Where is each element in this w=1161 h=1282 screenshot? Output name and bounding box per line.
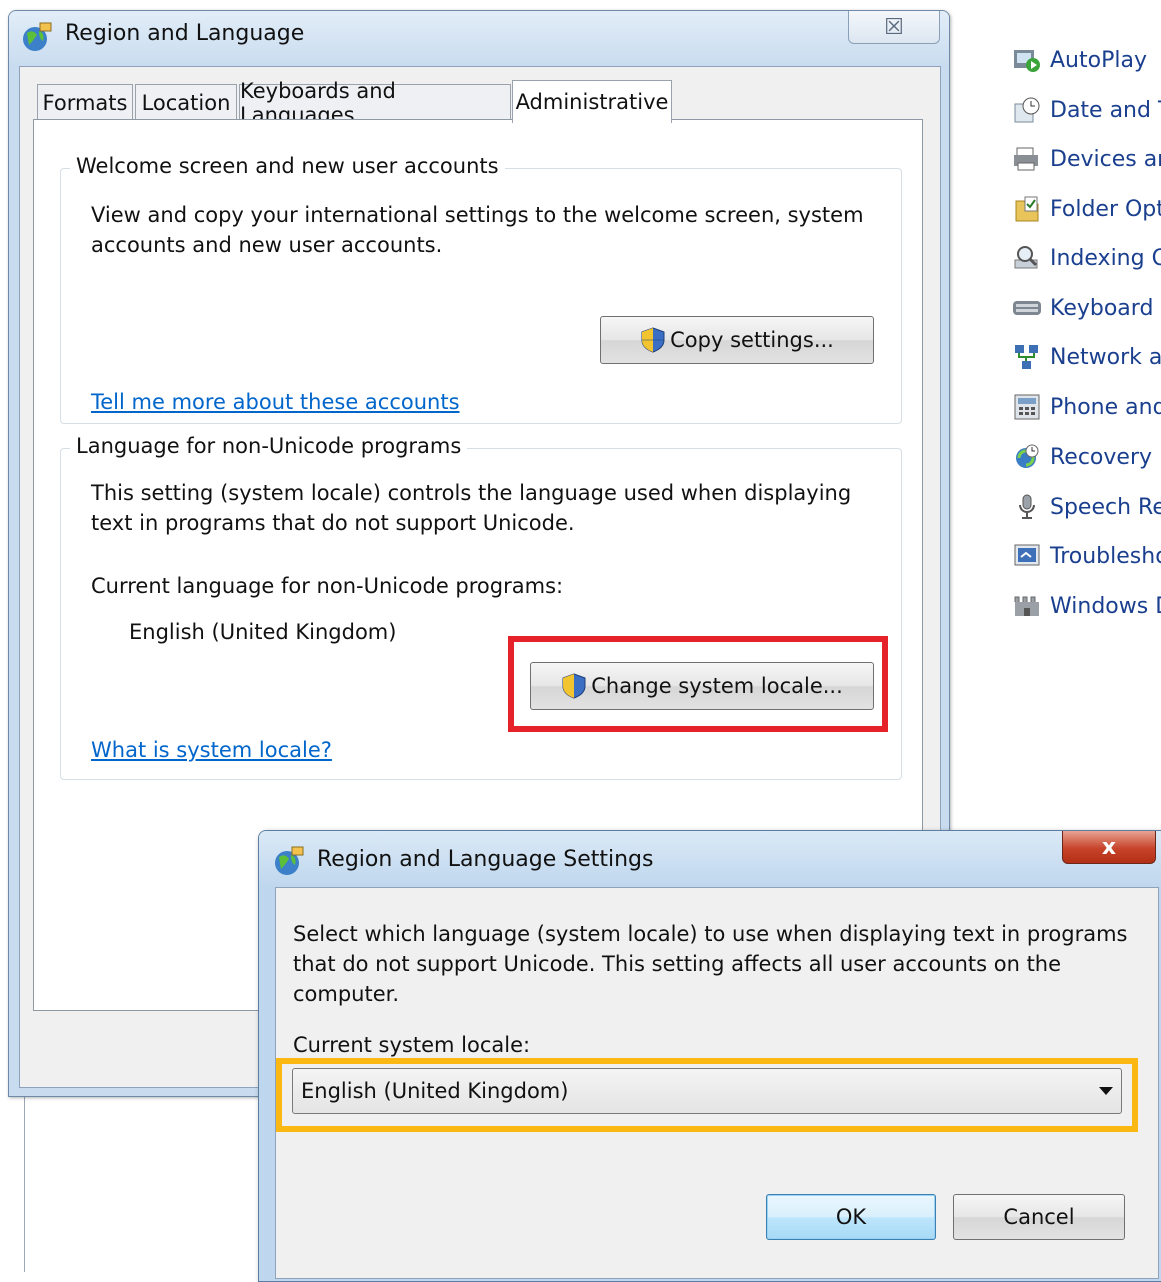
date-time-icon (1012, 95, 1042, 125)
settings-client-area: Select which language (system locale) to… (275, 887, 1159, 1279)
windows-defender-icon (1012, 591, 1042, 621)
current-locale-label: Current language for non-Unicode program… (91, 574, 564, 598)
cp-item-folder-options[interactable]: Folder Opt (1012, 192, 1161, 226)
cp-item-speech[interactable]: Speech Re (1012, 490, 1161, 524)
cancel-button[interactable]: Cancel (953, 1194, 1125, 1240)
region-language-settings-dialog: Region and Language Settings x Select wh… (258, 830, 1161, 1282)
cp-item-autoplay[interactable]: AutoPlay (1012, 43, 1147, 77)
cp-item-date-time[interactable]: Date and T (1012, 93, 1161, 127)
welcome-description-line1: View and copy your international setting… (91, 203, 864, 227)
troubleshooting-icon (1012, 541, 1042, 571)
locale-description-line2: text in programs that do not support Uni… (91, 511, 575, 535)
autoplay-icon (1012, 45, 1042, 75)
current-locale-value: English (United Kingdom) (129, 620, 397, 644)
globe-icon (275, 846, 304, 875)
globe-icon (23, 22, 52, 51)
cp-item-network[interactable]: Network a (1012, 340, 1161, 374)
cp-item-windows-defender[interactable]: Windows D (1012, 589, 1161, 623)
network-icon (1012, 342, 1042, 372)
folder-options-icon (1012, 194, 1042, 224)
close-icon: ☒ (884, 14, 904, 40)
settings-description-line3: computer. (293, 982, 400, 1006)
settings-description-line2: that do not support Unicode. This settin… (293, 952, 1062, 976)
main-close-button[interactable]: ☒ (848, 11, 940, 44)
keyboard-icon (1012, 293, 1042, 323)
welcome-group-legend: Welcome screen and new user accounts (70, 154, 505, 178)
copy-settings-button[interactable]: Copy settings... (600, 316, 874, 364)
current-system-locale-label: Current system locale: (293, 1033, 531, 1057)
close-icon: x (1101, 834, 1117, 860)
indexing-options-icon (1012, 243, 1042, 273)
uac-shield-icon (641, 327, 665, 353)
highlight-change-locale (508, 636, 888, 732)
settings-close-button[interactable]: x (1062, 831, 1156, 864)
cp-item-troubleshooting[interactable]: Troublesho (1012, 539, 1161, 573)
settings-description-line1: Select which language (system locale) to… (293, 922, 1128, 946)
main-dialog-title: Region and Language (65, 21, 305, 46)
locale-group-legend: Language for non-Unicode programs (70, 434, 468, 458)
locale-description-line1: This setting (system locale) controls th… (91, 481, 852, 505)
tab-formats[interactable]: Formats (37, 84, 133, 121)
cp-item-phone[interactable]: Phone and (1012, 390, 1161, 424)
system-locale-info-link[interactable]: What is system locale? (91, 738, 332, 762)
settings-dialog-title: Region and Language Settings (317, 847, 654, 872)
cp-item-devices[interactable]: Devices an (1012, 142, 1161, 176)
recovery-icon (1012, 442, 1042, 472)
chevron-down-icon (1099, 1087, 1113, 1095)
background-window-edge (0, 1080, 25, 1272)
phone-modem-icon (1012, 392, 1042, 422)
tab-location[interactable]: Location (135, 84, 237, 121)
ok-button[interactable]: OK (766, 1194, 936, 1240)
cp-item-recovery[interactable]: Recovery (1012, 440, 1152, 474)
accounts-info-link[interactable]: Tell me more about these accounts (91, 390, 460, 414)
tab-administrative[interactable]: Administrative (512, 80, 672, 123)
microphone-icon (1012, 492, 1042, 522)
system-locale-dropdown[interactable]: English (United Kingdom) (292, 1068, 1122, 1114)
tab-keyboards-languages[interactable]: Keyboards and Languages (239, 79, 511, 127)
cp-item-keyboard[interactable]: Keyboard (1012, 291, 1153, 325)
devices-printers-icon (1012, 144, 1042, 174)
welcome-description-line2: accounts and new user accounts. (91, 233, 443, 257)
cp-item-indexing[interactable]: Indexing O (1012, 241, 1161, 275)
